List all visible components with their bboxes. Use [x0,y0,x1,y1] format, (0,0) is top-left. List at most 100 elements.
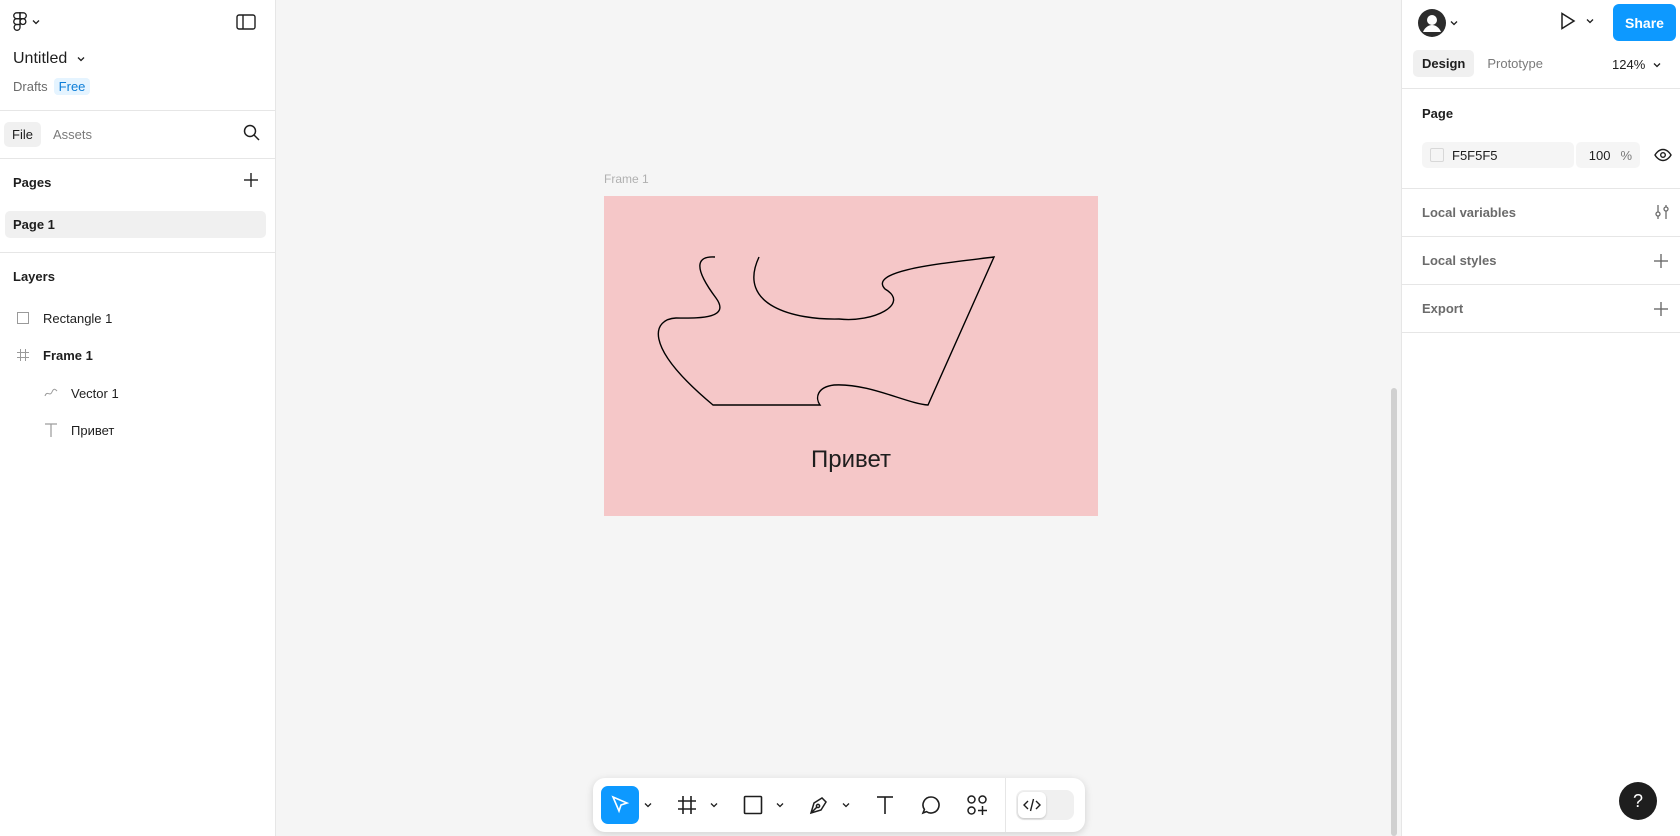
add-page-button[interactable] [244,173,258,187]
add-local-style-button[interactable] [1654,254,1668,268]
plus-icon [1654,254,1668,268]
sidebar-icon [236,14,256,30]
pages-title: Pages [13,175,52,190]
frame-icon [678,796,696,814]
divider [0,252,276,253]
page-color-value: F5F5F5 [1452,147,1498,163]
vector-icon [43,385,59,401]
page-color-field[interactable]: F5F5F5 [1422,142,1574,168]
layers-title: Layers [13,269,55,284]
page-color-swatch[interactable] [1430,148,1444,162]
divider [1402,332,1680,333]
tab-design[interactable]: Design [1413,50,1475,77]
left-sidebar: Untitled Drafts Free File Assets Pages P… [0,0,276,836]
divider [0,110,276,111]
frame-label[interactable]: Frame 1 [604,172,649,186]
main-menu-button[interactable] [12,12,40,32]
rectangle-icon [15,310,31,326]
play-icon [1561,12,1576,30]
divider [1402,284,1680,285]
drafts-link[interactable]: Drafts [13,79,48,94]
page-visibility-button[interactable] [1654,148,1672,162]
add-export-button[interactable] [1654,302,1668,316]
comment-icon [921,796,940,815]
figma-logo-icon [13,12,27,31]
divider [1402,236,1680,237]
search-layers-button[interactable] [243,124,260,141]
frame-1[interactable]: Привет [604,196,1098,516]
code-icon [1023,798,1041,812]
layer-name: Vector 1 [71,385,119,401]
user-menu-button[interactable] [1418,9,1458,37]
chevron-down-icon [842,803,850,808]
dev-mode-toggle[interactable] [1016,790,1074,820]
tab-assets[interactable]: Assets [45,122,100,147]
page-opacity-field[interactable]: 100 % [1576,142,1640,168]
toggle-sidebar-button[interactable] [236,14,256,30]
layer-text-privet[interactable]: Привет [43,422,114,438]
chevron-down-icon [644,803,652,808]
text-icon [43,422,59,438]
avatar-icon [1418,9,1446,37]
comment-tool-button[interactable] [913,786,949,824]
file-meta: Drafts Free [13,78,91,95]
zoom-level: 124% [1612,57,1646,72]
divider [1402,88,1680,89]
move-tool-button[interactable] [601,786,639,824]
layer-name: Frame 1 [43,347,93,363]
frame-tool-button[interactable] [669,786,705,824]
layer-vector-1[interactable]: Vector 1 [43,385,119,401]
divider [0,158,276,159]
plan-badge[interactable]: Free [53,78,91,95]
present-button[interactable] [1560,12,1594,30]
file-name[interactable]: Untitled [13,50,85,68]
move-tool-menu[interactable] [641,786,655,824]
page-section-title: Page [1422,106,1454,121]
frame-icon [15,347,31,363]
right-tabs: Design Prototype [1413,50,1552,77]
canvas[interactable]: Frame 1 Привет [277,0,1401,836]
text-icon [877,796,893,814]
search-icon [243,124,260,141]
layer-rectangle-1[interactable]: Rectangle 1 [15,310,112,326]
right-panel: Share Design Prototype 124% Page F5F5F5 … [1401,0,1680,836]
zoom-menu[interactable]: 124% [1612,57,1661,72]
frame-tool-menu[interactable] [707,786,721,824]
frame-text-privet[interactable]: Привет [604,446,1098,474]
tab-prototype[interactable]: Prototype [1478,50,1552,77]
toolbar-separator [1005,778,1006,832]
shape-tool-button[interactable] [735,786,771,824]
cursor-icon [611,795,630,814]
shape-tool-menu[interactable] [773,786,787,824]
file-title-text: Untitled [13,50,68,67]
page-opacity-value: 100 [1588,147,1611,163]
local-variables-button[interactable] [1654,204,1670,220]
export-title: Export [1422,301,1464,316]
layer-name: Привет [71,422,115,438]
bottom-toolbar [593,778,1085,832]
chevron-down-icon [710,803,718,808]
variables-icon [1655,205,1669,219]
chevron-down-icon [32,20,40,25]
rectangle-icon [743,795,763,815]
tab-file[interactable]: File [4,122,41,147]
plus-icon [1654,302,1668,316]
actions-tool-button[interactable] [959,786,995,824]
chevron-down-icon [1586,19,1594,24]
pen-tool-menu[interactable] [839,786,853,824]
local-variables-title[interactable]: Local variables [1422,205,1516,220]
dev-mode-knob [1018,792,1046,818]
plus-icon [244,173,258,187]
eye-icon [1654,148,1672,162]
divider [1402,188,1680,189]
help-button[interactable]: ? [1619,782,1657,820]
share-button[interactable]: Share [1613,4,1676,41]
pen-tool-button[interactable] [801,786,837,824]
layer-frame-1[interactable]: Frame 1 [15,347,93,363]
chevron-down-icon [77,57,85,62]
vertical-scrollbar[interactable] [1391,388,1397,836]
text-tool-button[interactable] [867,786,903,824]
local-styles-title: Local styles [1422,253,1497,268]
page-item-page-1[interactable]: Page 1 [5,211,266,238]
chevron-down-icon [1450,21,1458,26]
